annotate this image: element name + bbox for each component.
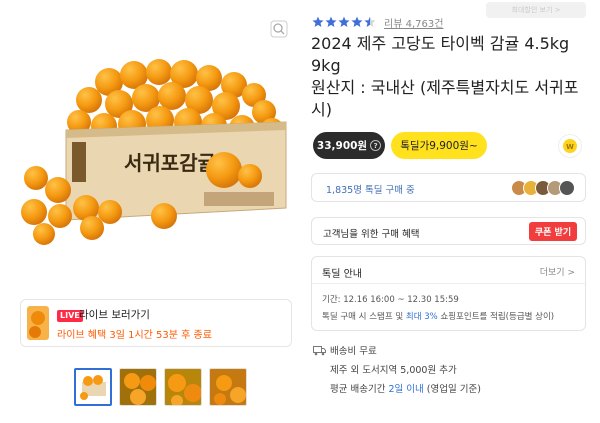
benefit-card: 고객님을 위한 구매 혜택 쿠폰 받기 [311, 217, 586, 245]
thumbnail-1[interactable] [74, 368, 112, 406]
deal-title: 톡딜 안내 [322, 269, 362, 280]
zoom-icon[interactable] [268, 18, 290, 40]
buyers-card: 1,835명 톡딜 구매 중 [311, 173, 586, 202]
deal-more-link[interactable]: 더보기 > [540, 265, 575, 278]
box-label: 서귀포감귤 [124, 151, 216, 175]
star-icon [351, 13, 363, 32]
star-icon [364, 13, 376, 32]
svg-text:W: W [566, 143, 574, 151]
product-name: 2024 제주 고당도 타이벡 감귤 4.5kg 9kg [311, 34, 570, 75]
buyer-avatars [511, 180, 575, 196]
live-banner[interactable]: LIVE 라이브 보러가기 라이브 혜택 3일 1시간 53분 후 종료 [20, 299, 292, 347]
deal-card: 톡딜 안내 더보기 > 기간: 12.16 16:00 ~ 12.30 15:5… [311, 256, 586, 331]
coin-icon: W [563, 139, 577, 153]
normal-price: 33,900원 [316, 140, 368, 152]
thumbnail-strip [74, 368, 247, 406]
product-title: 2024 제주 고당도 타이벡 감귤 4.5kg 9kg 원산지 : 국내산 (… [311, 33, 595, 121]
star-icon [312, 13, 324, 32]
thumbnail-2[interactable] [119, 368, 157, 406]
live-thumbnail [27, 306, 49, 340]
shipping-info: 배송비 무료 제주 외 도서지역 5,000원 추가 평균 배송기간 2일 이내… [313, 343, 481, 395]
shipping-fee: 배송비 무료 [330, 346, 377, 357]
star-icon [325, 13, 337, 32]
shipping-extra: 제주 외 도서지역 5,000원 추가 [330, 365, 457, 376]
benefit-text: 고객님을 위한 구매 혜택 [323, 229, 420, 240]
deal-period: 기간: 12.16 16:00 ~ 12.30 15:59 [322, 295, 459, 305]
special-price-button[interactable]: 톡딜가9,900원~ [391, 132, 487, 159]
live-countdown: 라이브 혜택 3일 1시간 53분 후 종료 [57, 330, 212, 341]
buyers-count: 1,835명 톡딜 구매 중 [326, 185, 415, 196]
product-origin: 원산지 : 국내산 (제주특별자치도 서귀포시) [311, 78, 579, 119]
star-icon [338, 13, 350, 32]
review-count-link[interactable]: 리뷰 4,763건 [384, 15, 443, 30]
avatar [559, 180, 575, 196]
coupon-button[interactable]: 쿠폰 받기 [529, 222, 577, 241]
rating-stars [312, 13, 376, 32]
special-price: 톡딜가9,900원~ [400, 140, 478, 152]
thumbnail-3[interactable] [164, 368, 202, 406]
rating-row: 리뷰 4,763건 [312, 13, 443, 32]
shipping-period: 평균 배송기간 2일 이내 (영업일 기준) [330, 384, 481, 395]
max-discount-chip[interactable]: 최대할인 보기 > [486, 2, 586, 18]
live-title: 라이브 보러가기 [79, 309, 150, 321]
normal-price-button[interactable]: 33,900원 ? [313, 132, 385, 159]
truck-icon [313, 345, 326, 355]
deal-description: 톡딜 구매 시 스탬프 및 최대 3% 쇼핑포인트를 적립(등급별 상이) [322, 312, 555, 322]
point-coin-button[interactable]: W [558, 134, 582, 158]
question-icon[interactable]: ? [370, 140, 382, 151]
thumbnail-4[interactable] [209, 368, 247, 406]
divider [312, 283, 585, 284]
product-main-image: 서귀포감귤 [14, 30, 296, 262]
